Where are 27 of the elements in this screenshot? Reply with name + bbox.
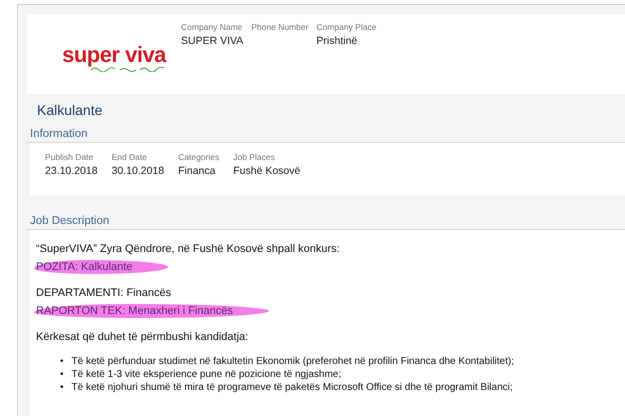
description-text: DEPARTAMENTI: Financës — [35, 286, 172, 300]
field-value: 30.10.2018 — [112, 165, 164, 177]
field-label: Phone Number — [251, 22, 308, 32]
field-value: 23.10.2018 — [45, 165, 98, 177]
field-value: Prishtinë — [316, 35, 358, 47]
bullet-marker: • — [60, 369, 64, 381]
field-label: Publish Date — [45, 152, 94, 162]
job-title-text: Kalkulante — [37, 102, 102, 118]
description-text: “SuperVIVA” Zyra Qëndrore, në Fushë Kosovë shpall konkurs: — [35, 242, 341, 256]
field-label: End Date — [112, 152, 148, 162]
field-label: Company Place — [316, 22, 376, 32]
description-text: Kërkesat që duhet të përmbushi kandidatja: — [35, 330, 250, 344]
bullet-marker: • — [60, 356, 64, 368]
bullet-item: Të ketë njohuri shumë të mira të programeve të paketës Microsoft Office si dhe të programit Bilanci; — [72, 382, 513, 394]
field-label: Categories — [178, 152, 220, 162]
field-value: Fushë Kosovë — [233, 165, 300, 177]
highlighted-text: RAPORTON TEK: Menaxheri i Financës — [34, 304, 269, 318]
tagline-scribble-icon — [90, 66, 166, 72]
field-label: Job Places — [233, 152, 276, 162]
field-value: Financa — [178, 165, 216, 177]
bullet-item: Të ketë 1-3 vite eksperience pune në pozicione të ngjashme; — [72, 369, 342, 381]
bullet-item: Të ketë përfunduar studimet në fakultetin Ekonomik (preferohet në profilin Financa dhe Kontabilitet); — [72, 356, 514, 368]
bullet-marker: • — [60, 382, 64, 394]
field-value: SUPER VIVA — [181, 35, 244, 47]
company-logo: super viva — [62, 44, 166, 66]
highlighted-text: POZITA: Kalkulante — [34, 260, 168, 274]
field-label: Company Name — [181, 22, 244, 32]
